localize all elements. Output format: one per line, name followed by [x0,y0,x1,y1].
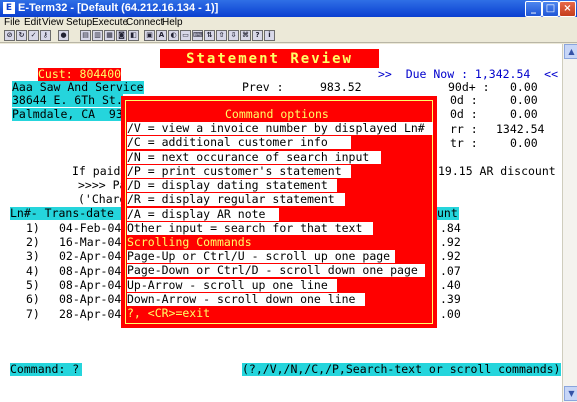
aging-value: 0.00 [510,107,538,121]
font-icon[interactable]: A [156,30,167,41]
row-amount: .00 [440,307,461,321]
minimize-button[interactable]: _ [525,1,542,17]
row-amount: .07 [440,264,461,278]
discount-text: 19.15 AR discount [438,164,556,178]
menu-file[interactable]: File [4,17,20,28]
prev-label: Prev : [242,80,284,94]
row-ln: 6) [26,292,40,306]
row-amount: .40 [440,278,461,292]
network-icon[interactable]: ⌘ [240,30,251,41]
settings-icon[interactable]: ◧ [128,30,139,41]
column-header-amount: unt [437,206,459,220]
row-amount: .39 [440,292,461,306]
connect-icon[interactable]: ↻ [16,30,27,41]
aging-label: 0d : [450,93,478,107]
print-icon[interactable]: ▦ [104,30,115,41]
upload-icon[interactable]: ⇧ [216,30,227,41]
option-search-text[interactable]: Other input = search for that text [127,222,373,235]
row-amount: .92 [440,249,461,263]
address-line-2: 38644 E. 6Th St. [12,93,123,107]
row-ln: 2) [26,235,40,249]
app-icon: E [3,2,15,14]
menu-help[interactable]: Help [162,17,183,28]
row-ln: 4) [26,264,40,278]
banner-text: Statement Review [186,51,353,67]
disconnect-icon[interactable]: ⊘ [4,30,15,41]
popup-footer: ?, <CR>=exit [127,306,211,320]
key-icon[interactable]: ⚷ [40,30,51,41]
menu-setup[interactable]: Setup [66,17,92,28]
option-dating-statement[interactable]: /D = display dating statement [127,179,337,192]
menu-connect[interactable]: Connect [126,17,163,28]
row-ln: 1) [26,221,40,235]
aging-label: tr : [450,136,478,150]
row-amount: .84 [440,221,461,235]
prev-value: 983.52 [320,80,362,94]
option-ar-note[interactable]: /A = display AR note [127,208,279,221]
scroll-page-up[interactable]: Page-Up or Ctrl/U - scroll up one page [127,250,395,263]
row-date: 16-Mar-04 [59,235,122,249]
column-header-ln: Ln#- Trans-date [10,207,122,220]
row-ln: 7) [26,307,40,321]
option-print-statement[interactable]: /P = print customer's statement [127,165,351,178]
scroll-up-icon[interactable]: ▲ [564,44,577,59]
color-icon[interactable]: ◐ [168,30,179,41]
close-button[interactable]: × [559,1,576,17]
download-icon[interactable]: ⇩ [228,30,239,41]
row-date: 08-Apr-04 [59,264,122,278]
menu-edit[interactable]: Edit [24,17,41,28]
scroll-down-icon[interactable]: ▼ [564,386,577,401]
menu-view[interactable]: View [42,17,64,28]
row-date: 04-Feb-04 [59,221,122,235]
maximize-button[interactable]: □ [542,1,559,17]
capture-icon[interactable]: ◙ [116,30,127,41]
aging-label: 0d : [450,107,478,121]
row-amount: .92 [440,235,461,249]
command-hint: (?,/V,/N,/C,/P,Search-text or scroll com… [242,362,561,376]
menu-bar: File Edit View Setup Execute Connect Hel… [0,17,577,28]
option-view-invoice[interactable]: /V = view a invoice number by displayed … [127,122,433,135]
row-ln: 3) [26,249,40,263]
toolbar: ⊘ ↻ ✓ ⚷ ● ▤ ▥ ▦ ◙ ◧ ▣ A ◐ ▭ ⌨ ⇅ ⇧ ⇩ ⌘ ? … [0,28,577,43]
aging-value: 0.00 [510,136,538,150]
paste-icon[interactable]: ▥ [92,30,103,41]
about-icon[interactable]: i [264,30,275,41]
scrolling-commands-title: Scrolling Commands [127,235,252,249]
record-icon[interactable]: ● [58,30,69,41]
screen-icon[interactable]: ▭ [180,30,191,41]
copy-icon[interactable]: ▤ [80,30,91,41]
row-date: 02-Apr-04 [59,249,122,263]
transfer-icon[interactable]: ⇅ [204,30,215,41]
option-next-search[interactable]: /N = next occurance of search input [127,151,381,164]
option-regular-statement[interactable]: /R = display regular statement [127,193,345,206]
popup-title: Command options [225,107,329,121]
aging-value: 1342.54 [496,122,545,136]
scroll-up-arrow[interactable]: Up-Arrow - scroll up one line [127,279,337,292]
if-paid-text: If paid [72,164,121,178]
statement-review-banner: Statement Review [160,49,379,68]
command-prompt[interactable]: Command: ? [10,363,82,376]
macro-icon[interactable]: ▣ [144,30,155,41]
row-date: 08-Apr-04 [59,278,122,292]
notice-text: >>>> Pa [78,178,127,192]
aging-value: 0.00 [510,93,538,107]
scroll-down-arrow[interactable]: Down-Arrow - scroll down one line [127,293,365,306]
menu-execute[interactable]: Execute [92,17,128,28]
row-date: 08-Apr-04 [59,292,122,306]
help-icon[interactable]: ? [252,30,263,41]
row-date: 28-Apr-04 [59,307,122,321]
row-ln: 5) [26,278,40,292]
title-bar: E E-Term32 - [Default (64.212.16.134 - 1… [0,0,577,17]
command-options-popup: Command options /V = view a invoice numb… [121,96,437,328]
vertical-scrollbar[interactable]: ▲ ▼ [562,44,577,402]
aging-label: rr : [450,122,478,136]
charge-text: ('Charg [78,192,127,206]
scroll-page-down[interactable]: Page-Down or Ctrl/D - scroll down one pa… [127,264,425,277]
address-line-3: Palmdale, CA 93 [12,107,123,121]
window-title: E-Term32 - [Default (64.212.16.134 - 1)] [18,2,219,14]
option-customer-info[interactable]: /C = additional customer info [127,136,351,149]
green-connect-icon[interactable]: ✓ [28,30,39,41]
keyboard-icon[interactable]: ⌨ [192,30,203,41]
